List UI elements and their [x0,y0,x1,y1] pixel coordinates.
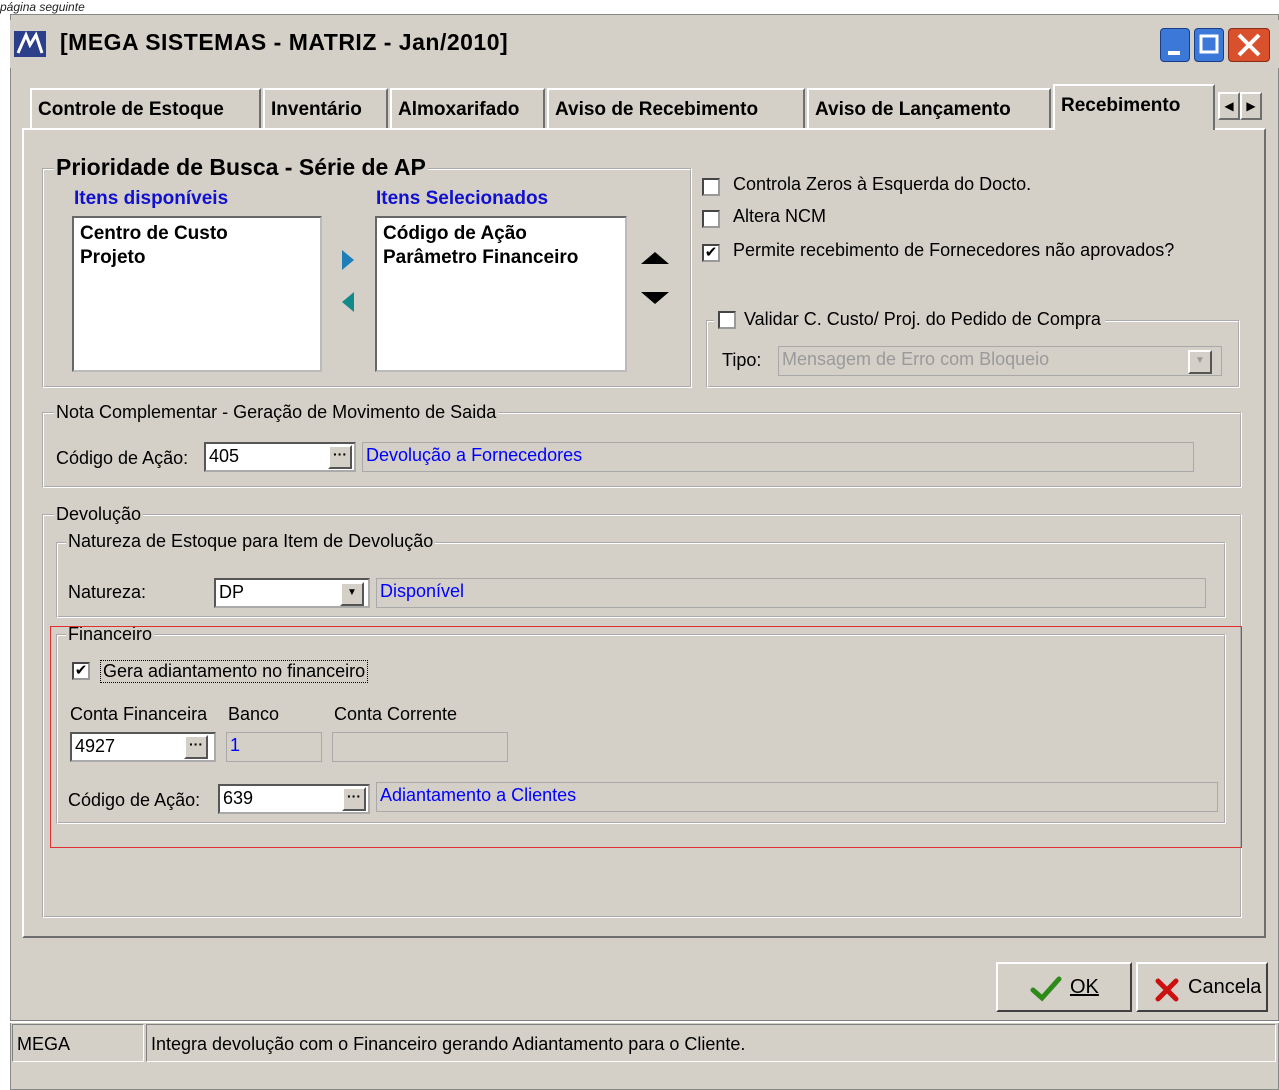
available-header: Itens disponíveis [74,188,229,209]
tab-aviso-recebimento[interactable]: Aviso de Recebimento [547,88,805,128]
permite-recebimento-checkbox[interactable]: ✔ [702,244,720,262]
permite-recebimento-label: Permite recebimento de Fornecedores não … [733,240,1175,260]
controla-zeros-checkbox[interactable] [702,178,720,196]
status-left: MEGA [12,1024,144,1062]
nota-lookup-button[interactable]: ··· [328,445,352,469]
selected-header: Itens Selecionados [376,188,549,209]
status-message: Integra devolução com o Financeiro geran… [146,1024,1276,1062]
tipo-select[interactable]: Mensagem de Erro com Bloqueio [778,346,1222,376]
controla-zeros-label: Controla Zeros à Esquerda do Docto. [733,174,1032,194]
cancel-button[interactable]: Cancela [1136,962,1268,1012]
move-up-icon[interactable] [640,250,670,271]
altera-ncm-label: Altera NCM [733,206,827,226]
prioridade-title: Prioridade de Busca - Série de AP [54,154,428,181]
validar-legend: Validar C. Custo/ Proj. do Pedido de Com… [714,309,1105,330]
nota-codigo-desc: Devolução a Fornecedores [362,442,1194,472]
chevron-down-icon[interactable]: ▼ [1188,350,1212,374]
tab-controle-estoque[interactable]: Controle de Estoque [30,88,261,128]
maximize-button[interactable] [1194,28,1224,62]
minimize-button[interactable] [1160,28,1190,62]
selected-items-list[interactable]: Código de Ação Parâmetro Financeiro [375,216,627,372]
tab-almoxarifado[interactable]: Almoxarifado [390,88,545,128]
move-left-icon[interactable] [340,290,356,319]
cancel-label: Cancela [1188,976,1262,998]
page-caption: página seguinte [0,0,85,14]
list-item[interactable]: Código de Ação [383,222,619,246]
altera-ncm-checkbox[interactable] [702,210,720,228]
natureza-group-title: Natureza de Estoque para Item de Devoluç… [66,531,436,552]
nota-codigo-label: Código de Ação: [56,448,189,468]
highlight-box [50,626,1242,848]
ok-label: OK [1070,976,1099,998]
tipo-label: Tipo: [722,350,762,370]
check-icon [1030,976,1062,1002]
close-button[interactable] [1228,28,1270,62]
move-down-icon[interactable] [640,290,670,311]
natureza-label: Natureza: [68,582,147,602]
validar-label: Validar C. Custo/ Proj. do Pedido de Com… [744,309,1101,329]
devolucao-title: Devolução [54,504,144,525]
chevron-down-icon[interactable]: ▼ [340,582,364,606]
validar-checkbox[interactable] [718,311,736,330]
ok-button[interactable]: OK [996,962,1132,1012]
available-items-list[interactable]: Centro de Custo Projeto [72,216,322,372]
natureza-desc: Disponível [376,578,1206,608]
x-icon [1155,978,1179,1002]
tab-aviso-lancamento[interactable]: Aviso de Lançamento [807,88,1051,128]
tab-inventario[interactable]: Inventário [263,88,388,128]
move-right-icon[interactable] [340,248,356,277]
nota-title: Nota Complementar - Geração de Movimento… [54,402,499,423]
tab-recebimento[interactable]: Recebimento [1053,84,1215,130]
list-item[interactable]: Centro de Custo [80,222,314,246]
tab-scroll-right-icon[interactable]: ▶ [1240,92,1262,120]
status-separator [10,1020,1279,1023]
list-item[interactable]: Projeto [80,246,314,270]
tab-scroll-left-icon[interactable]: ◀ [1218,92,1240,120]
list-item[interactable]: Parâmetro Financeiro [383,246,619,270]
app-logo-icon [14,31,46,57]
window-title: [MEGA SISTEMAS - MATRIZ - Jan/2010] [60,29,509,55]
